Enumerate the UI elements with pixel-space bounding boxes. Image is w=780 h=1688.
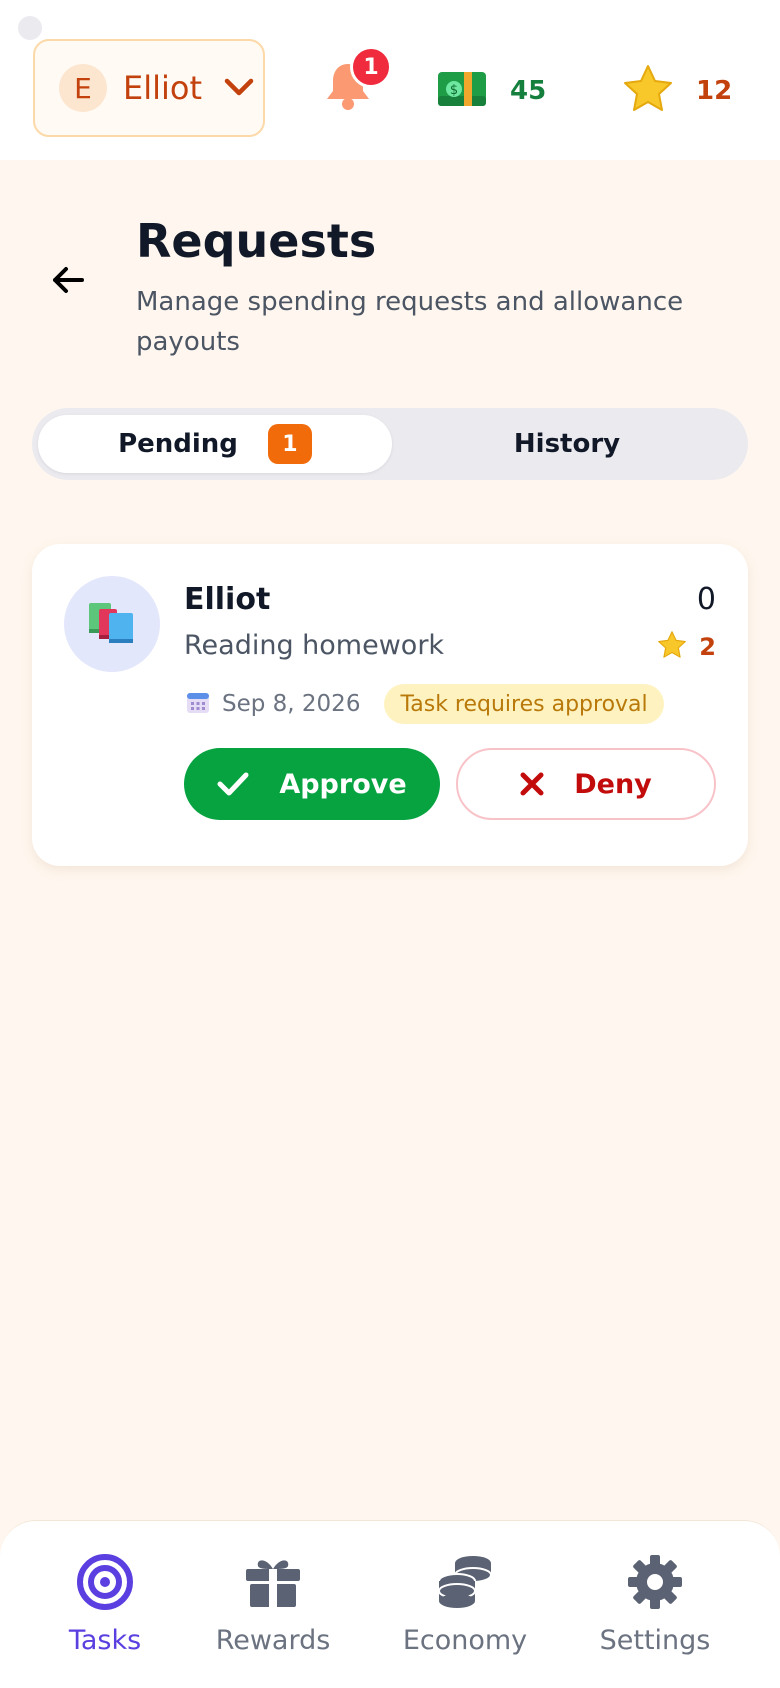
- tab-history[interactable]: History: [392, 415, 742, 473]
- nav-item-rewards[interactable]: Rewards: [188, 1551, 358, 1671]
- nav-label: Tasks: [68, 1625, 142, 1656]
- notification-badge: 1: [350, 46, 392, 88]
- cash-icon: $: [438, 70, 486, 112]
- stars-value: 12: [696, 76, 733, 106]
- books-icon: [64, 576, 160, 672]
- star-reward-value: 2: [699, 633, 716, 661]
- avatar: E: [59, 64, 107, 112]
- close-icon: [520, 772, 544, 796]
- nav-label: Rewards: [215, 1625, 331, 1656]
- stars-balance: 12: [622, 64, 732, 118]
- request-meta: Sep 8, 2026 Task requires approval: [186, 684, 664, 724]
- tab-pending-label: Pending: [118, 429, 238, 459]
- target-icon: [76, 1551, 134, 1613]
- status-dot: [18, 16, 42, 40]
- request-card: Elliot 0 Reading homework 2 Sep 8, 2026 …: [32, 544, 748, 866]
- nav-item-settings[interactable]: Settings: [570, 1551, 740, 1671]
- profile-name: Elliot: [123, 69, 203, 107]
- tab-pending[interactable]: Pending 1: [38, 415, 392, 473]
- bell-icon: [320, 64, 376, 118]
- star-icon: [657, 630, 687, 664]
- approve-button[interactable]: Approve: [184, 748, 440, 820]
- requester-name: Elliot: [184, 582, 271, 617]
- bottom-nav: Tasks Rewards Economy Settings: [0, 1520, 780, 1688]
- nav-item-economy[interactable]: Economy: [380, 1551, 550, 1671]
- deny-label: Deny: [574, 768, 652, 800]
- check-icon: [217, 771, 249, 797]
- pending-count-badge: 1: [267, 424, 312, 464]
- tab-history-label: History: [513, 429, 621, 459]
- star-icon: [622, 64, 674, 118]
- coins-icon: [435, 1551, 495, 1613]
- approve-label: Approve: [279, 768, 407, 800]
- gear-icon: [627, 1551, 683, 1613]
- request-amount: 0: [696, 582, 716, 617]
- svg-text:$: $: [450, 83, 458, 98]
- profile-switcher[interactable]: E Elliot: [33, 39, 265, 137]
- nav-label: Economy: [402, 1625, 528, 1656]
- money-value: 45: [510, 76, 547, 106]
- task-name: Reading homework: [184, 630, 445, 661]
- page-title: Requests: [136, 214, 377, 268]
- money-balance: $ 45: [438, 70, 546, 112]
- arrow-left-icon: [51, 265, 85, 299]
- chevron-down-icon: [224, 77, 254, 99]
- top-bar: E Elliot 1 $ 45 12: [0, 0, 780, 160]
- gift-icon: [244, 1551, 302, 1613]
- star-reward: 2: [657, 630, 716, 664]
- nav-item-tasks[interactable]: Tasks: [20, 1551, 190, 1671]
- page-subtitle: Manage spending requests and allowance p…: [136, 287, 684, 357]
- requests-page: E Elliot 1 $ 45 12 Requests Manage spend…: [0, 0, 780, 1688]
- deny-button[interactable]: Deny: [456, 748, 716, 820]
- request-date: Sep 8, 2026: [222, 691, 361, 717]
- status-badge: Task requires approval: [384, 684, 664, 724]
- notifications-button[interactable]: 1: [320, 46, 392, 114]
- back-button[interactable]: [48, 262, 88, 302]
- nav-label: Settings: [599, 1625, 711, 1656]
- calendar-icon: [186, 690, 210, 718]
- request-tabs: Pending 1 History: [32, 408, 748, 480]
